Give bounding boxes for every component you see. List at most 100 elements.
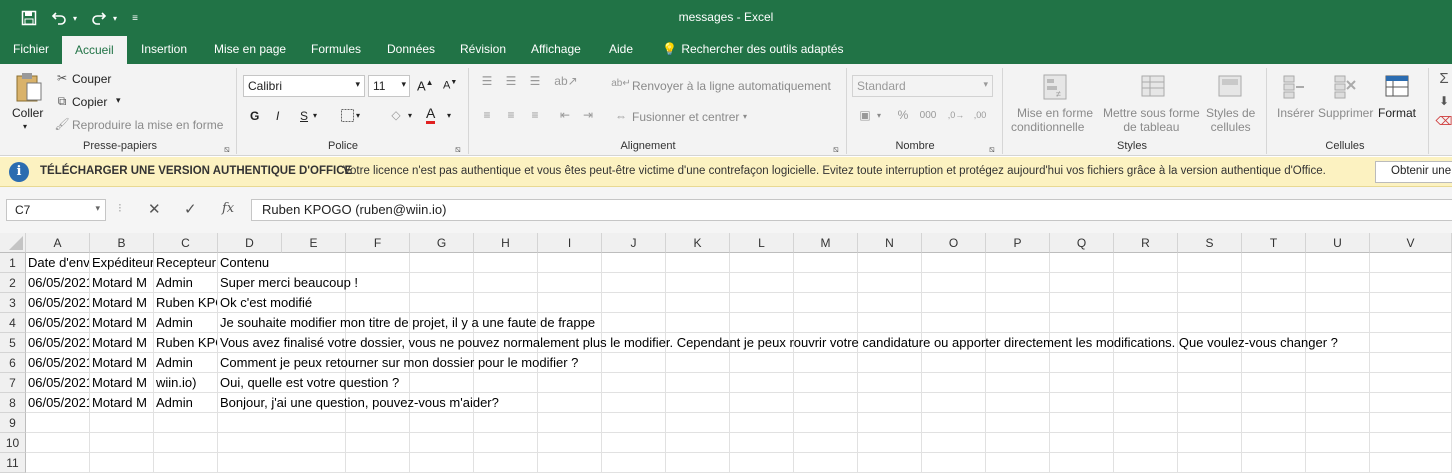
- clipboard-launcher-icon[interactable]: ⧅: [224, 144, 230, 155]
- cell-m9[interactable]: [794, 413, 858, 433]
- cell-m2[interactable]: [794, 273, 858, 293]
- font-size-select[interactable]: 11 ▾: [368, 75, 410, 97]
- cell-h2[interactable]: [474, 273, 538, 293]
- cell-o7[interactable]: [922, 373, 986, 393]
- wrap-text-button[interactable]: Renvoyer à la ligne automatiquement: [632, 79, 831, 93]
- cell-q9[interactable]: [1050, 413, 1114, 433]
- cell-v1[interactable]: [1370, 253, 1452, 273]
- cell-d1[interactable]: Contenu: [218, 253, 282, 273]
- tab-revision[interactable]: Révision: [448, 36, 518, 64]
- cell-j6[interactable]: [602, 353, 666, 373]
- cell-a11[interactable]: [26, 453, 90, 473]
- merge-dropdown-icon[interactable]: ▾: [743, 112, 747, 121]
- cell-u11[interactable]: [1306, 453, 1370, 473]
- cell-b1[interactable]: Expéditeur: [90, 253, 154, 273]
- cell-p10[interactable]: [986, 433, 1050, 453]
- cell-c2[interactable]: Admin: [154, 273, 218, 293]
- cell-c4[interactable]: Admin: [154, 313, 218, 333]
- cell-r6[interactable]: [1114, 353, 1178, 373]
- cell-q3[interactable]: [1050, 293, 1114, 313]
- column-header-q[interactable]: Q: [1050, 233, 1114, 253]
- fill-color-dropdown-icon[interactable]: ▾: [408, 111, 412, 120]
- cell-o6[interactable]: [922, 353, 986, 373]
- cell-m3[interactable]: [794, 293, 858, 313]
- cell-b5[interactable]: Motard M: [90, 333, 154, 353]
- row-header[interactable]: 2: [0, 273, 26, 293]
- cell-t1[interactable]: [1242, 253, 1306, 273]
- cell-n10[interactable]: [858, 433, 922, 453]
- format-button[interactable]: Format: [1378, 106, 1416, 120]
- column-header-n[interactable]: N: [858, 233, 922, 253]
- tab-insertion[interactable]: Insertion: [129, 36, 199, 64]
- cell-m8[interactable]: [794, 393, 858, 413]
- orientation-icon[interactable]: ab↗: [554, 74, 577, 88]
- cell-p2[interactable]: [986, 273, 1050, 293]
- align-center-icon[interactable]: ≡: [503, 108, 519, 122]
- underline-button[interactable]: S: [300, 109, 308, 123]
- cell-r1[interactable]: [1114, 253, 1178, 273]
- cell-p8[interactable]: [986, 393, 1050, 413]
- cell-h7[interactable]: [474, 373, 538, 393]
- cell-j1[interactable]: [602, 253, 666, 273]
- cell-d2[interactable]: Super merci beaucoup !: [218, 273, 358, 293]
- align-right-icon[interactable]: ≡: [527, 108, 543, 122]
- cell-g10[interactable]: [410, 433, 474, 453]
- cell-k11[interactable]: [666, 453, 730, 473]
- cell-b3[interactable]: Motard M: [90, 293, 154, 313]
- percent-icon[interactable]: %: [895, 108, 911, 122]
- cell-t3[interactable]: [1242, 293, 1306, 313]
- cell-b2[interactable]: Motard M: [90, 273, 154, 293]
- thousands-icon[interactable]: 000: [918, 108, 938, 122]
- cell-k3[interactable]: [666, 293, 730, 313]
- cell-j2[interactable]: [602, 273, 666, 293]
- cell-a1[interactable]: Date d'envoi: [26, 253, 90, 273]
- cell-i10[interactable]: [538, 433, 602, 453]
- cell-l1[interactable]: [730, 253, 794, 273]
- cell-o4[interactable]: [922, 313, 986, 333]
- cell-q8[interactable]: [1050, 393, 1114, 413]
- font-name-select[interactable]: Calibri ▾: [243, 75, 365, 97]
- cell-l4[interactable]: [730, 313, 794, 333]
- cell-a9[interactable]: [26, 413, 90, 433]
- cell-q6[interactable]: [1050, 353, 1114, 373]
- row-header[interactable]: 5: [0, 333, 26, 353]
- cell-k7[interactable]: [666, 373, 730, 393]
- cell-a4[interactable]: 06/05/2021: [26, 313, 90, 333]
- cell-j9[interactable]: [602, 413, 666, 433]
- cell-q11[interactable]: [1050, 453, 1114, 473]
- cell-m1[interactable]: [794, 253, 858, 273]
- cell-i11[interactable]: [538, 453, 602, 473]
- cell-t2[interactable]: [1242, 273, 1306, 293]
- column-header-j[interactable]: J: [602, 233, 666, 253]
- cell-n7[interactable]: [858, 373, 922, 393]
- cell-l10[interactable]: [730, 433, 794, 453]
- cell-t9[interactable]: [1242, 413, 1306, 433]
- cell-m7[interactable]: [794, 373, 858, 393]
- cell-h9[interactable]: [474, 413, 538, 433]
- cell-t8[interactable]: [1242, 393, 1306, 413]
- cell-u10[interactable]: [1306, 433, 1370, 453]
- align-middle-icon[interactable]: ☰: [503, 74, 519, 88]
- cell-i3[interactable]: [538, 293, 602, 313]
- cell-v5[interactable]: [1370, 333, 1452, 353]
- cell-d8[interactable]: Bonjour, j'ai une question, pouvez-vous …: [218, 393, 499, 413]
- cell-k10[interactable]: [666, 433, 730, 453]
- borders-icon[interactable]: [340, 108, 354, 122]
- cell-t6[interactable]: [1242, 353, 1306, 373]
- cell-i7[interactable]: [538, 373, 602, 393]
- bold-button[interactable]: G: [250, 109, 259, 123]
- cell-l7[interactable]: [730, 373, 794, 393]
- cell-v6[interactable]: [1370, 353, 1452, 373]
- select-all-corner[interactable]: [0, 233, 26, 253]
- cell-j11[interactable]: [602, 453, 666, 473]
- cell-k9[interactable]: [666, 413, 730, 433]
- cell-m11[interactable]: [794, 453, 858, 473]
- cell-l8[interactable]: [730, 393, 794, 413]
- cell-q4[interactable]: [1050, 313, 1114, 333]
- cell-g1[interactable]: [410, 253, 474, 273]
- cell-u8[interactable]: [1306, 393, 1370, 413]
- cell-a7[interactable]: 06/05/2021: [26, 373, 90, 393]
- cell-j4[interactable]: [602, 313, 666, 333]
- cut-button[interactable]: Couper: [72, 72, 111, 86]
- cell-r11[interactable]: [1114, 453, 1178, 473]
